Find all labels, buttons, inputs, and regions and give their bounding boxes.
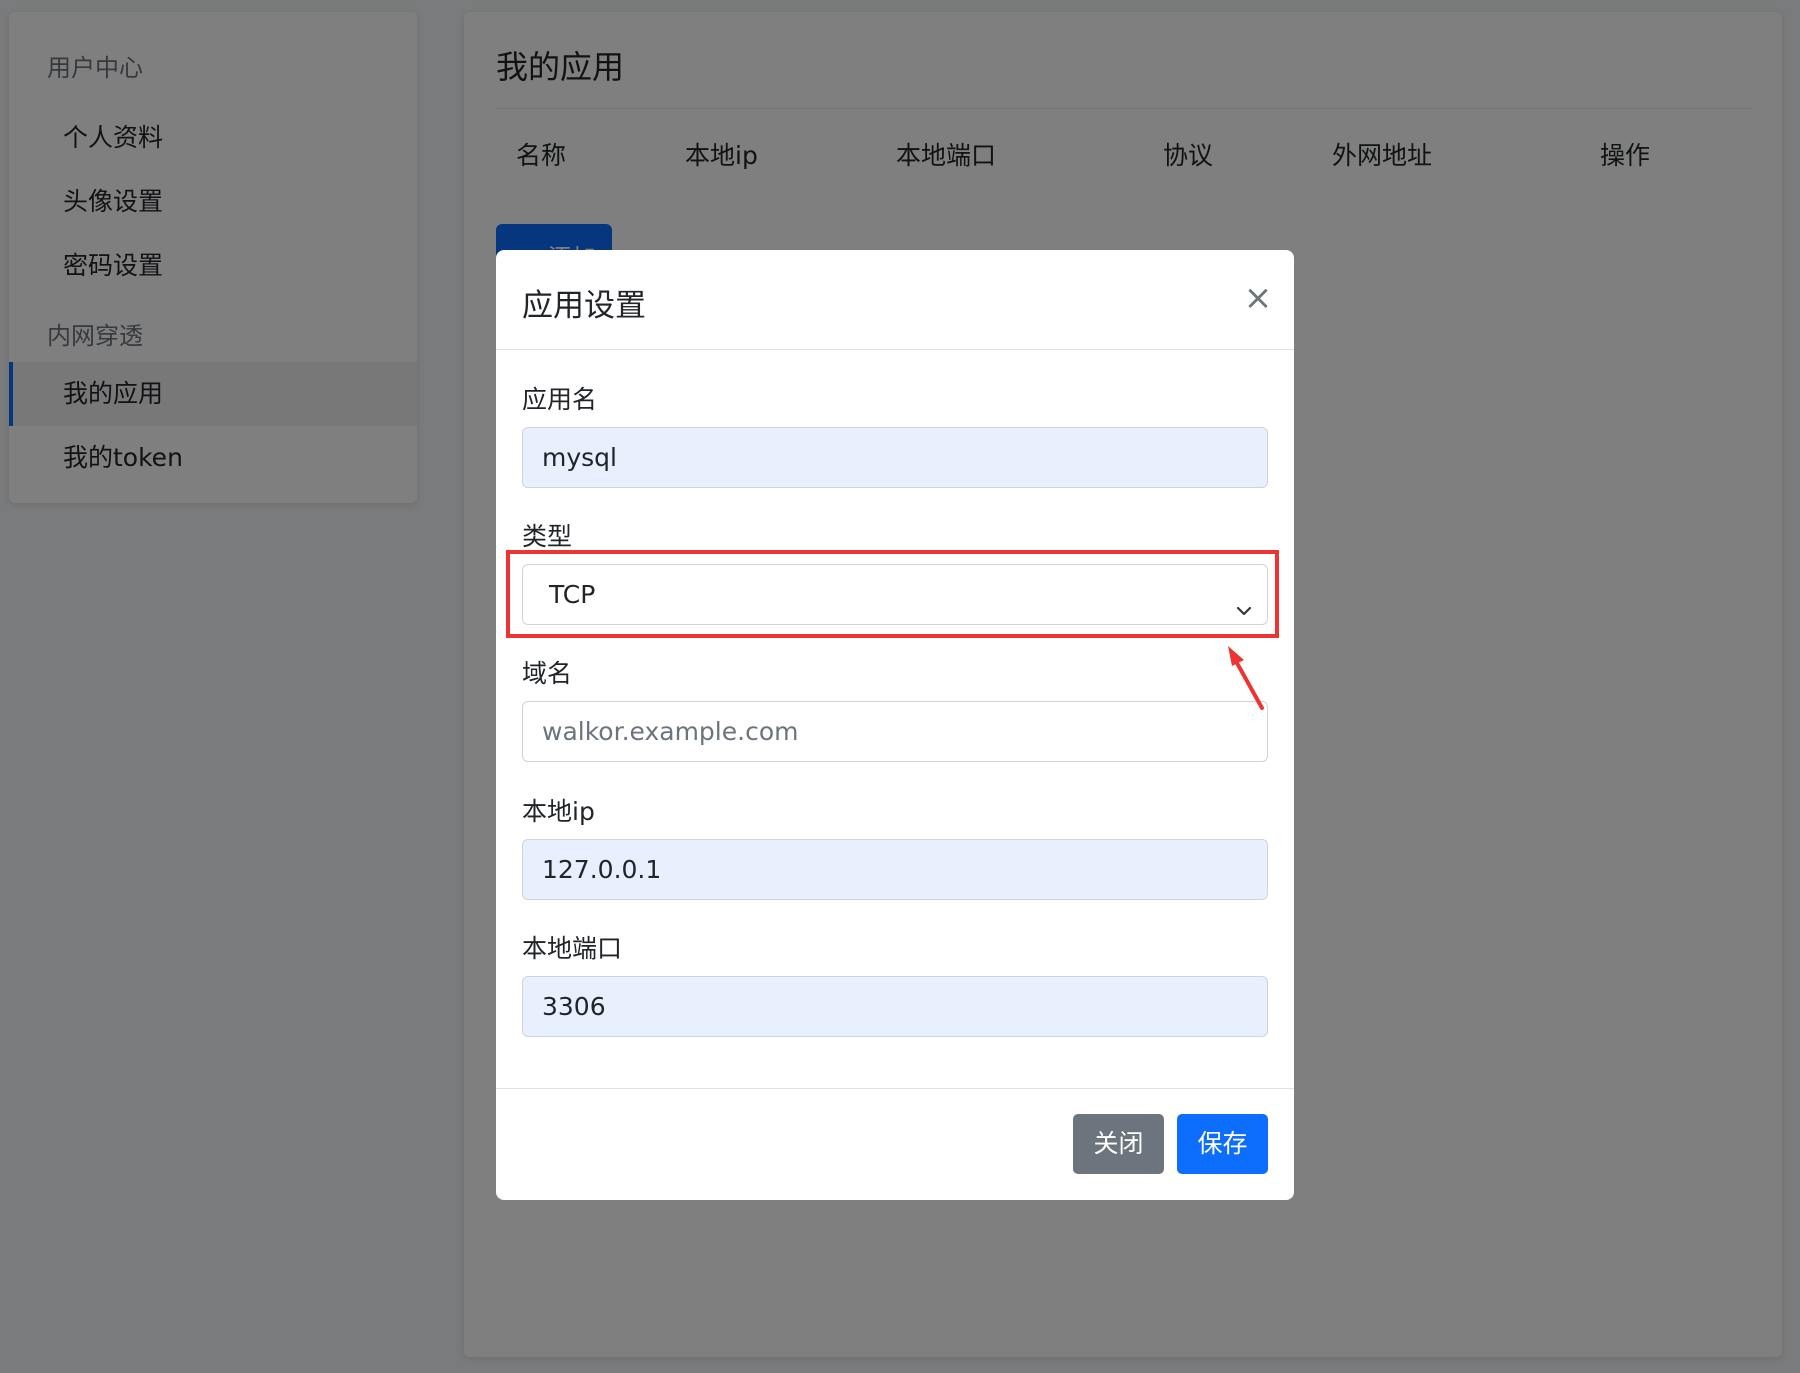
app-name-input[interactable]: mysql: [522, 427, 1268, 488]
save-button[interactable]: 保存: [1177, 1114, 1268, 1174]
local-ip-input[interactable]: 127.0.0.1: [522, 839, 1268, 900]
modal-title: 应用设置: [522, 280, 646, 325]
annotation-arrow-icon: [1220, 640, 1300, 724]
annotation-highlight-box: [506, 550, 1279, 638]
local-port-label: 本地端口: [522, 929, 622, 965]
domain-input[interactable]: walkor.example.com: [522, 701, 1268, 762]
close-icon[interactable]: ×: [1240, 278, 1276, 318]
local-ip-label: 本地ip: [522, 792, 595, 828]
modal-header: 应用设置 ×: [496, 250, 1294, 350]
local-port-input[interactable]: 3306: [522, 976, 1268, 1037]
app-settings-modal: 应用设置 × 应用名 mysql 类型 TCP 域名 walkor.exampl…: [496, 250, 1294, 1200]
domain-label: 域名: [522, 654, 572, 690]
type-label: 类型: [522, 517, 572, 553]
page: 用户中心 个人资料 头像设置 密码设置 内网穿透 我的应用 我的token 我的…: [0, 0, 1800, 1373]
app-name-label: 应用名: [522, 380, 597, 416]
modal-footer-divider: [496, 1088, 1294, 1089]
close-button[interactable]: 关闭: [1073, 1114, 1164, 1174]
